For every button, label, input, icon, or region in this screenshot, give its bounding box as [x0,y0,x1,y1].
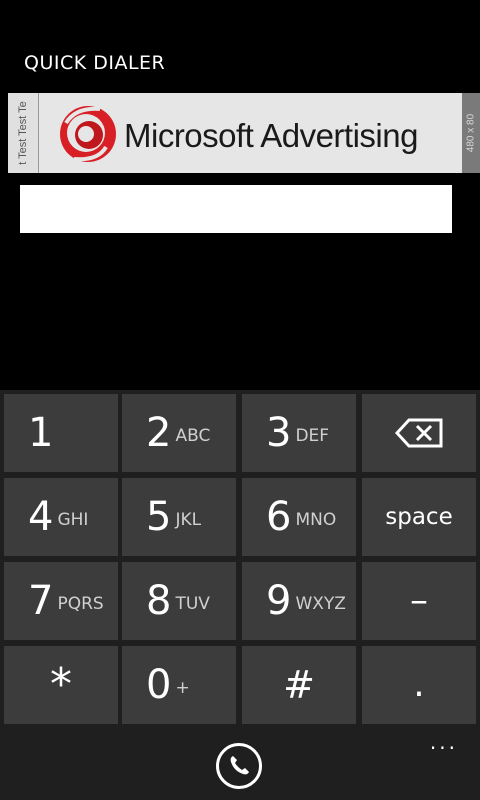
key-7[interactable]: 7 PQRS [4,562,118,640]
ad-brand-label: Microsoft Advertising [124,117,418,154]
ad-right-strip: 480 x 80 [462,93,480,173]
key-letters: ABC [175,426,211,446]
dash-label: – [410,580,428,621]
ad-size-label: 480 x 80 [465,113,477,153]
dot-label: . [413,664,425,705]
key-digit: 5 [146,494,172,540]
ad-left-strip: t Test Test Te [8,93,39,173]
key-letters: + [175,678,190,698]
key-digit: # [283,663,315,707]
space-label: space [385,504,453,530]
key-letters: MNO [295,510,337,530]
ad-banner[interactable]: t Test Test Te Microsoft Advertising 480… [8,93,480,173]
key-digit: * [50,659,72,710]
key-star[interactable]: * [4,646,118,724]
key-digit: 3 [266,410,292,456]
phone-icon [230,756,249,775]
key-6[interactable]: 6 MNO [242,478,356,556]
key-digit: 2 [146,410,172,456]
key-letters: GHI [57,510,89,530]
key-digit: 9 [266,578,292,624]
app-bar: ... [0,726,480,800]
microsoft-advertising-logo-icon [60,106,116,162]
key-digit: 6 [266,494,292,540]
key-digit: 4 [28,494,54,540]
dash-key[interactable]: – [362,562,476,640]
phone-number-input[interactable] [20,185,452,233]
space-key[interactable]: space [362,478,476,556]
key-digit: 8 [146,578,172,624]
key-1[interactable]: 1 [4,394,118,472]
call-button[interactable] [216,743,262,789]
key-letters: WXYZ [295,594,346,614]
key-4[interactable]: 4 GHI [4,478,118,556]
key-9[interactable]: 9 WXYZ [242,562,356,640]
dot-key[interactable]: . [362,646,476,724]
backspace-icon [395,418,443,448]
key-digit: 7 [28,578,54,624]
key-hash[interactable]: # [242,646,356,724]
backspace-key[interactable] [362,394,476,472]
key-3[interactable]: 3 DEF [242,394,356,472]
key-0[interactable]: 0 + [122,646,236,724]
more-button[interactable]: ... [430,730,458,754]
ad-left-strip-text: t Test Test Te [17,101,29,165]
ad-brand-text: Microsoft Advertising [124,117,418,155]
key-letters: PQRS [57,594,104,614]
key-letters: JKL [175,510,202,530]
app-title: QUICK DIALER [24,52,166,74]
key-5[interactable]: 5 JKL [122,478,236,556]
key-2[interactable]: 2 ABC [122,394,236,472]
key-digit: 1 [28,410,54,456]
key-letters: TUV [175,594,210,614]
key-letters: DEF [295,426,330,446]
key-digit: 0 [146,662,172,708]
key-8[interactable]: 8 TUV [122,562,236,640]
